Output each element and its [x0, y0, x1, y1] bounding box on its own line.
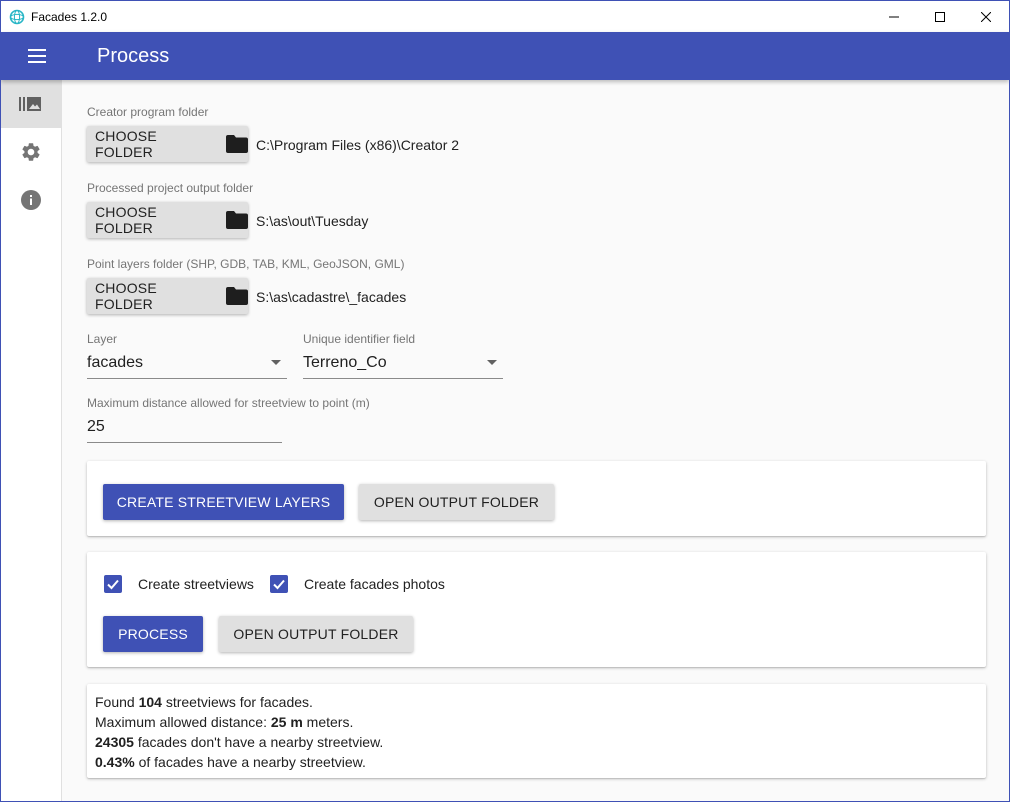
max-distance-value: 25: [87, 417, 105, 435]
unique-id-field-select[interactable]: Terreno_Co: [303, 347, 503, 379]
output-folder-label: Processed project output folder: [87, 181, 254, 195]
sidebar: [1, 80, 62, 801]
minimize-button[interactable]: [871, 1, 917, 32]
open-output-folder-button[interactable]: OPEN OUTPUT FOLDER: [219, 616, 413, 652]
open-output-folder-button[interactable]: OPEN OUTPUT FOLDER: [359, 484, 554, 520]
creator-folder-label: Creator program folder: [87, 105, 209, 119]
sidebar-item-process[interactable]: [1, 80, 61, 128]
folder-icon: [226, 287, 248, 305]
app-bar: Process: [1, 32, 1009, 80]
folder-icon: [226, 135, 248, 153]
point-layers-folder-label: Point layers folder (SHP, GDB, TAB, KML,…: [87, 257, 405, 271]
main-content: Creator program folder CHOOSE FOLDER C:\…: [63, 80, 1009, 801]
menu-button[interactable]: [13, 32, 61, 80]
unique-id-field-label: Unique identifier field: [303, 332, 416, 346]
result-facades-percentage: 0.43% of facades have a nearby streetvie…: [95, 754, 366, 770]
photo-library-icon: [19, 97, 41, 111]
folder-icon: [226, 211, 248, 229]
app-window: Facades 1.2.0 Process Creator program fo…: [0, 0, 1010, 802]
choose-folder-label: CHOOSE FOLDER: [95, 128, 157, 160]
window-title: Facades 1.2.0: [31, 9, 108, 24]
maximize-button[interactable]: [917, 1, 963, 32]
create-streetview-layers-button[interactable]: CREATE STREETVIEW LAYERS: [103, 484, 344, 520]
gear-icon: [22, 143, 40, 161]
output-folder-path: S:\as\out\Tuesday: [256, 213, 369, 229]
results-card: Found 104 streetviews for facades. Maxim…: [87, 684, 986, 778]
unique-id-field-select-value: Terreno_Co: [303, 353, 387, 371]
create-streetviews-checkbox[interactable]: [104, 575, 122, 593]
dropdown-arrow-icon: [487, 360, 497, 365]
layer-select-value: facades: [87, 353, 144, 371]
sidebar-item-about[interactable]: [1, 176, 61, 224]
create-facades-photos-option[interactable]: Create facades photos: [270, 575, 445, 593]
checkmark-icon: [107, 579, 119, 590]
window-titlebar[interactable]: Facades 1.2.0: [1, 1, 1009, 32]
sidebar-item-settings[interactable]: [1, 128, 61, 176]
point-layers-folder-path: S:\as\cadastre\_facades: [256, 289, 407, 305]
checkmark-icon: [273, 579, 285, 590]
close-icon: [981, 11, 991, 22]
process-button[interactable]: PROCESS: [103, 616, 203, 652]
create-facades-photos-checkbox[interactable]: [270, 575, 288, 593]
layer-select[interactable]: facades: [87, 347, 287, 379]
streetview-layers-card: CREATE STREETVIEW LAYERS OPEN OUTPUT FOL…: [87, 461, 986, 536]
close-window-button[interactable]: [963, 1, 1009, 32]
create-streetviews-label: Create streetviews: [138, 576, 254, 592]
creator-folder-path: C:\Program Files (x86)\Creator 2: [256, 137, 460, 153]
page-title: Process: [97, 44, 170, 67]
app-logo-icon: [9, 9, 25, 25]
window-controls: [871, 1, 1009, 32]
info-icon: [21, 190, 41, 210]
choose-point-layers-folder-button[interactable]: CHOOSE FOLDER: [87, 278, 248, 314]
choose-folder-label: CHOOSE FOLDER: [95, 280, 157, 312]
max-distance-label: Maximum distance allowed for streetview …: [87, 396, 370, 410]
result-found-streetviews: Found 104 streetviews for facades.: [95, 694, 313, 710]
hamburger-menu-icon: [28, 49, 46, 63]
minimize-icon: [889, 16, 899, 17]
result-facades-without-streetview: 24305 facades don't have a nearby street…: [95, 734, 384, 750]
dropdown-arrow-icon: [271, 360, 281, 365]
maximize-icon: [935, 11, 945, 22]
choose-creator-folder-button[interactable]: CHOOSE FOLDER: [87, 126, 248, 162]
choose-output-folder-button[interactable]: CHOOSE FOLDER: [87, 202, 248, 238]
create-streetviews-option[interactable]: Create streetviews: [104, 575, 254, 593]
result-max-distance: Maximum allowed distance: 25 m meters.: [95, 714, 354, 730]
create-facades-photos-label: Create facades photos: [304, 576, 445, 592]
max-distance-input[interactable]: 25: [87, 411, 282, 443]
choose-folder-label: CHOOSE FOLDER: [95, 204, 157, 236]
layer-label: Layer: [87, 332, 118, 346]
process-card: Create streetviews Create facades photos…: [87, 552, 986, 667]
